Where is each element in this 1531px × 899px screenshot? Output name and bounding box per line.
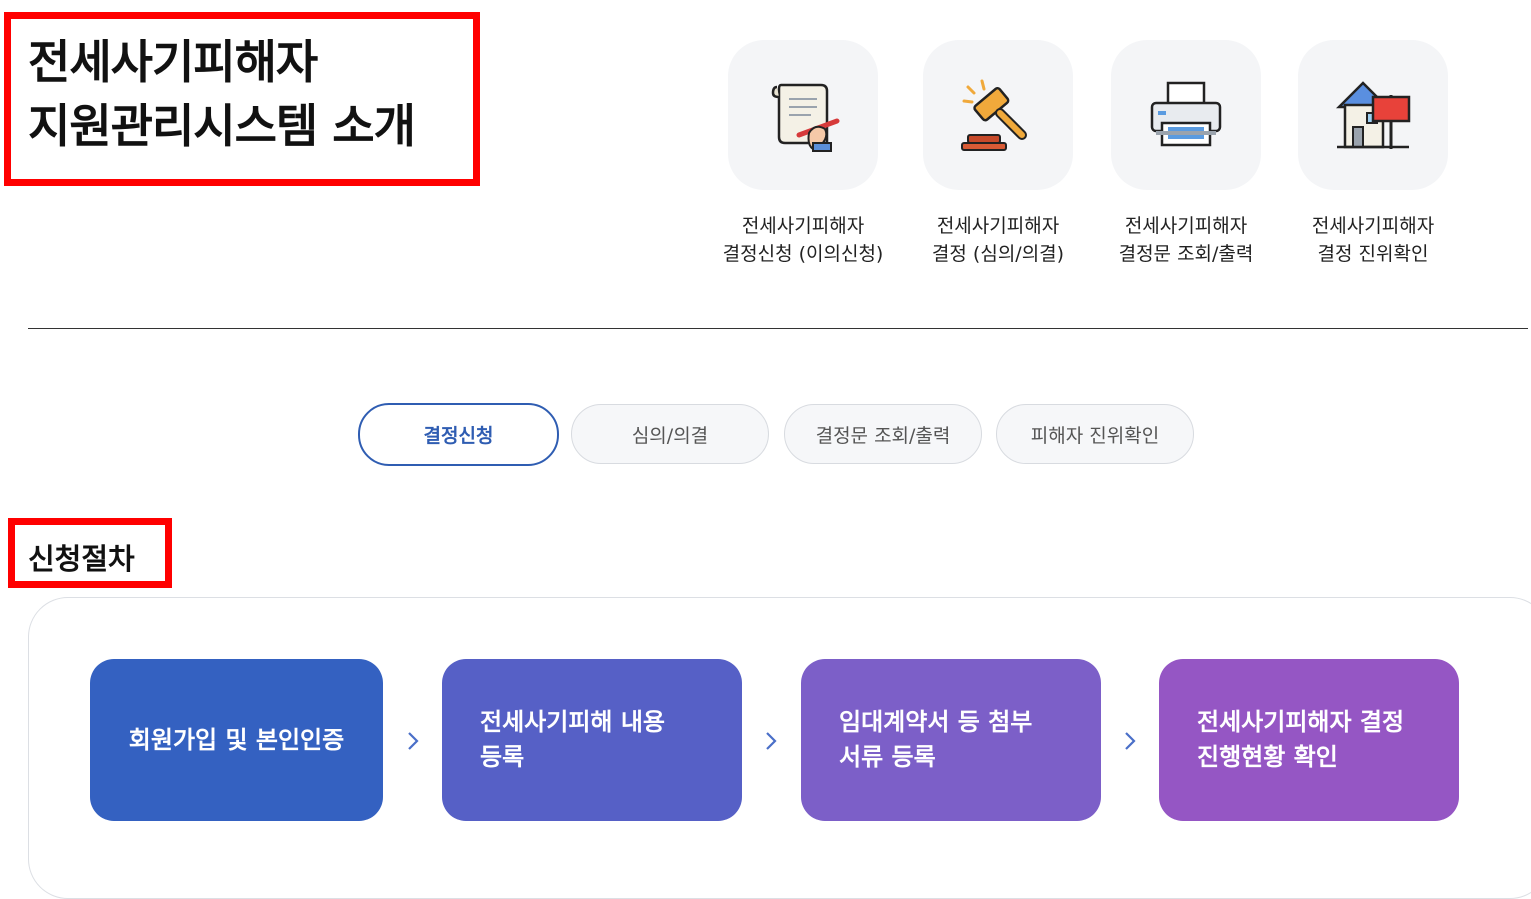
step-register-damage: 전세사기피해 내용 등록 [442, 659, 742, 821]
house-sign-icon [1335, 81, 1411, 149]
step-label-line1: 전세사기피해 내용 [480, 708, 665, 736]
menu-card-print[interactable]: 전세사기피해자 결정문 조회/출력 [1091, 40, 1281, 268]
menu-card-apply[interactable]: 전세사기피해자 결정신청 (이의신청) [708, 40, 898, 268]
step-label-line2: 진행현황 확인 [1197, 743, 1338, 771]
menu-label-line2: 결정 진위확인 [1317, 243, 1429, 265]
document-sign-icon [771, 83, 840, 152]
page-title-line1: 전세사기피해자 [28, 35, 318, 89]
menu-label-line1: 전세사기피해자 [936, 215, 1060, 237]
step-check-progress: 전세사기피해자 결정 진행현황 확인 [1159, 659, 1459, 821]
section-title: 신청절차 [28, 542, 135, 576]
step-label-line1: 임대계약서 등 첨부 [839, 708, 1033, 736]
menu-label: 전세사기피해자 결정신청 (이의신청) [708, 212, 898, 268]
step-attach-documents: 임대계약서 등 첨부 서류 등록 [801, 659, 1101, 821]
menu-label-line2: 결정 (심의/의결) [931, 243, 1065, 265]
menu-icon-container [1111, 40, 1261, 190]
chevron-right-icon [408, 732, 419, 750]
menu-label: 전세사기피해자 결정문 조회/출력 [1091, 212, 1281, 268]
menu-card-decision[interactable]: 전세사기피해자 결정 (심의/의결) [903, 40, 1093, 268]
page-title-line2: 지원관리시스템 소개 [28, 99, 416, 153]
menu-card-verify[interactable]: 전세사기피해자 결정 진위확인 [1278, 40, 1468, 268]
page-title: 전세사기피해자 지원관리시스템 소개 [28, 30, 416, 158]
chevron-right-icon [1125, 732, 1136, 750]
menu-label-line1: 전세사기피해자 [741, 215, 865, 237]
menu-label-line2: 결정문 조회/출력 [1118, 243, 1254, 265]
tab-apply[interactable]: 결정신청 [358, 403, 559, 466]
menu-label: 전세사기피해자 결정 (심의/의결) [903, 212, 1093, 268]
menu-icon-container [1298, 40, 1448, 190]
printer-icon [1150, 81, 1222, 147]
step-label-line2: 서류 등록 [839, 743, 936, 771]
menu-label-line2: 결정신청 (이의신청) [722, 243, 884, 265]
menu-icon-container [923, 40, 1073, 190]
step-label: 회원가입 및 본인인증 [128, 725, 345, 754]
menu-icon-container [728, 40, 878, 190]
step-label-line2: 등록 [480, 743, 525, 771]
tab-verify[interactable]: 피해자 진위확인 [996, 404, 1194, 464]
tab-print[interactable]: 결정문 조회/출력 [784, 404, 982, 464]
gavel-icon [961, 79, 1027, 151]
menu-label: 전세사기피해자 결정 진위확인 [1278, 212, 1468, 268]
menu-label-line1: 전세사기피해자 [1311, 215, 1435, 237]
menu-label-line1: 전세사기피해자 [1124, 215, 1248, 237]
step-signup: 회원가입 및 본인인증 [90, 659, 383, 821]
tab-deliberation[interactable]: 심의/의결 [571, 404, 769, 464]
chevron-right-icon [766, 732, 777, 750]
section-divider [28, 328, 1528, 329]
step-label-line1: 전세사기피해자 결정 [1197, 708, 1405, 736]
